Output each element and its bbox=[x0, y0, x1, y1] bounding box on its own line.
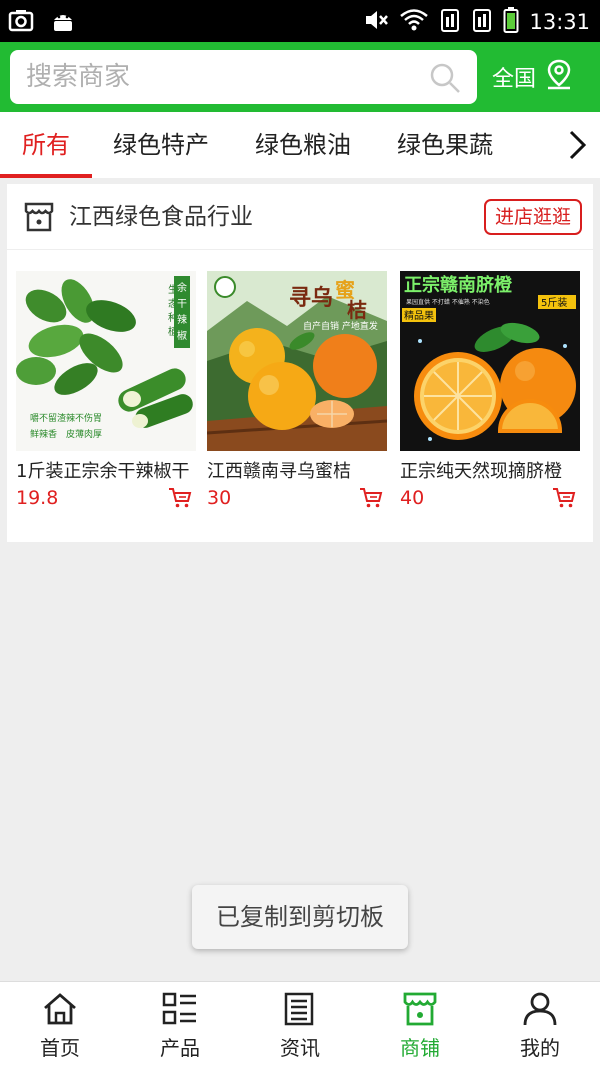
news-icon bbox=[282, 992, 318, 1030]
nav-label: 我的 bbox=[520, 1036, 560, 1060]
product-card[interactable]: 寻乌 蜜 桔 自产自销 产地直发 江西赣南寻乌蜜桔 30 bbox=[207, 271, 387, 509]
category-tabs: 所有 绿色特产 绿色粮油 绿色果蔬 bbox=[0, 112, 600, 178]
add-to-cart-icon[interactable] bbox=[359, 487, 383, 513]
svg-text:桔: 桔 bbox=[347, 298, 367, 322]
svg-text:余: 余 bbox=[177, 281, 187, 294]
product-image[interactable]: 生 态 种 植 余 干 辣 椒 嚼不留渣 辣不伤胃 鲜辣香 皮薄肉厚 bbox=[16, 271, 196, 451]
store-icon bbox=[402, 992, 438, 1030]
sim-signal-icon bbox=[439, 7, 461, 37]
add-to-cart-icon[interactable] bbox=[552, 487, 576, 513]
svg-text:辣: 辣 bbox=[177, 313, 187, 326]
visit-store-button[interactable]: 进店逛逛 bbox=[484, 199, 582, 235]
mute-icon bbox=[363, 7, 389, 37]
nav-products[interactable]: 产品 bbox=[120, 982, 240, 1067]
nav-news[interactable]: 资讯 bbox=[240, 982, 360, 1067]
product-title[interactable]: 1斤装正宗余干辣椒干 bbox=[16, 457, 190, 483]
tab-all[interactable]: 所有 bbox=[0, 112, 92, 178]
tab-label: 所有 bbox=[22, 131, 70, 159]
search-input[interactable] bbox=[26, 50, 406, 104]
tab-label: 绿色特产 bbox=[113, 131, 209, 159]
product-image[interactable]: 正宗赣南脐橙 果园直供 不打蜡 不催熟 不染色 5斤装 精品果 bbox=[400, 271, 580, 451]
shop-header[interactable]: 江西绿色食品行业 进店逛逛 bbox=[7, 184, 593, 250]
home-icon bbox=[42, 992, 78, 1030]
product-card[interactable]: 正宗赣南脐橙 果园直供 不打蜡 不催熟 不染色 5斤装 精品果 正宗纯天然现摘脐… bbox=[400, 271, 580, 509]
sim-signal-icon bbox=[471, 7, 493, 37]
product-card[interactable]: 生 态 种 植 余 干 辣 椒 嚼不留渣 辣不伤胃 鲜辣香 皮薄肉厚 1斤装正宗… bbox=[16, 271, 196, 509]
location-pin-icon bbox=[544, 58, 574, 96]
store-icon bbox=[23, 201, 55, 237]
header-bar: 全国 bbox=[0, 42, 600, 112]
tab-green-fruit-veg[interactable]: 绿色果蔬 bbox=[384, 112, 506, 178]
svg-text:干: 干 bbox=[177, 299, 187, 310]
svg-text:辣不伤胃: 辣不伤胃 bbox=[66, 412, 102, 424]
screenshot-icon bbox=[8, 8, 34, 38]
region-selector[interactable]: 全国 bbox=[492, 54, 574, 100]
toast-message: 已复制到剪切板 bbox=[192, 885, 408, 949]
product-list-icon bbox=[162, 992, 198, 1030]
nav-profile[interactable]: 我的 bbox=[480, 982, 600, 1067]
nav-label: 资讯 bbox=[280, 1036, 320, 1060]
svg-text:正宗赣南脐橙: 正宗赣南脐橙 bbox=[404, 274, 513, 296]
nav-label: 首页 bbox=[40, 1036, 80, 1060]
svg-text:椒: 椒 bbox=[177, 329, 187, 342]
product-title[interactable]: 正宗纯天然现摘脐橙 bbox=[400, 457, 574, 483]
svg-text:鲜辣香: 鲜辣香 bbox=[30, 428, 57, 440]
user-icon bbox=[522, 992, 558, 1030]
product-title[interactable]: 江西赣南寻乌蜜桔 bbox=[207, 457, 381, 483]
svg-text:5斤装: 5斤装 bbox=[541, 296, 567, 309]
chevron-right-icon[interactable] bbox=[566, 129, 588, 165]
svg-text:嚼不留渣: 嚼不留渣 bbox=[30, 412, 66, 424]
svg-text:果园直供 不打蜡 不催熟 不染色: 果园直供 不打蜡 不催熟 不染色 bbox=[406, 298, 490, 306]
product-image[interactable]: 寻乌 蜜 桔 自产自销 产地直发 bbox=[207, 271, 387, 451]
battery-icon bbox=[503, 6, 519, 38]
tab-green-specialty[interactable]: 绿色特产 bbox=[100, 112, 222, 178]
region-label: 全国 bbox=[492, 67, 537, 92]
tab-label: 绿色粮油 bbox=[255, 131, 351, 159]
svg-text:自产自销 产地直发: 自产自销 产地直发 bbox=[303, 320, 378, 332]
clock: 13:31 bbox=[529, 10, 590, 34]
status-bar: 13:31 bbox=[0, 0, 600, 42]
nav-stores[interactable]: 商铺 bbox=[360, 982, 480, 1067]
search-box[interactable] bbox=[10, 50, 477, 104]
search-icon[interactable] bbox=[429, 62, 461, 98]
shop-card: 江西绿色食品行业 进店逛逛 生 态 种 植 余 干 辣 椒 嚼不留渣 辣不伤胃 … bbox=[7, 184, 593, 542]
tab-active-indicator bbox=[0, 174, 92, 178]
nav-label: 商铺 bbox=[400, 1036, 440, 1060]
tab-green-grain-oil[interactable]: 绿色粮油 bbox=[242, 112, 364, 178]
nav-label: 产品 bbox=[160, 1036, 200, 1060]
android-icon bbox=[50, 8, 76, 38]
svg-text:皮薄肉厚: 皮薄肉厚 bbox=[66, 428, 102, 440]
svg-text:精品果: 精品果 bbox=[404, 309, 434, 322]
tab-label: 绿色果蔬 bbox=[397, 131, 493, 159]
svg-text:寻乌: 寻乌 bbox=[289, 285, 333, 311]
shop-name[interactable]: 江西绿色食品行业 bbox=[69, 184, 253, 250]
nav-home[interactable]: 首页 bbox=[0, 982, 120, 1067]
add-to-cart-icon[interactable] bbox=[168, 487, 192, 513]
wifi-icon bbox=[399, 7, 429, 37]
bottom-nav: 首页 产品 资讯 商铺 我的 bbox=[0, 981, 600, 1067]
